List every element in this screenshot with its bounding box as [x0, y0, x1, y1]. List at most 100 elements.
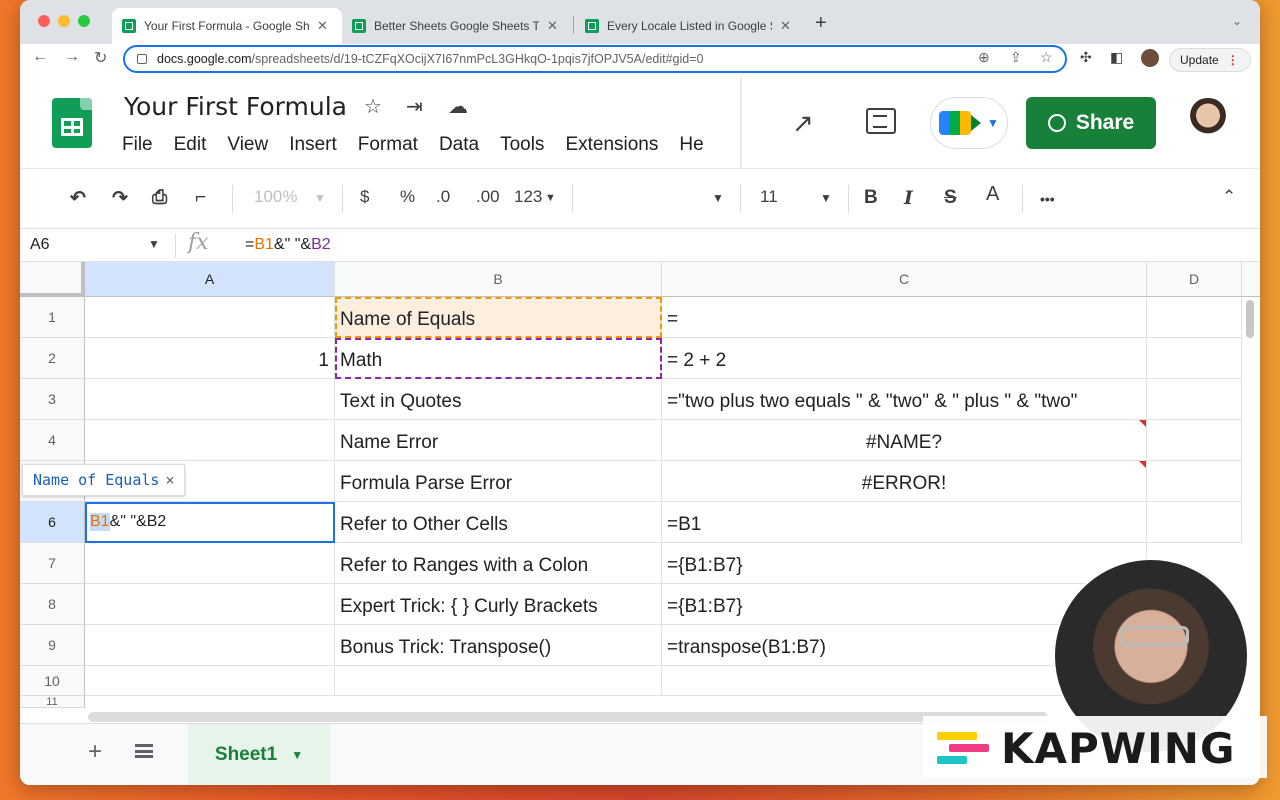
- cell-b1[interactable]: Name of Equals: [335, 297, 662, 338]
- menu-edit[interactable]: Edit: [174, 134, 207, 156]
- reload-icon[interactable]: ↻: [94, 48, 107, 68]
- row-header[interactable]: 11: [20, 696, 85, 708]
- menu-file[interactable]: File: [122, 134, 153, 156]
- row-header[interactable]: 1: [20, 297, 85, 338]
- cell-c4[interactable]: #NAME?: [662, 420, 1147, 461]
- tab-close-icon[interactable]: ✕: [547, 18, 558, 34]
- sheets-logo-icon[interactable]: [52, 98, 92, 148]
- update-button[interactable]: Update ⋮: [1169, 48, 1251, 72]
- column-header-a[interactable]: A: [85, 262, 335, 297]
- cell-c2[interactable]: = 2 + 2: [662, 338, 1147, 379]
- horizontal-scrollbar[interactable]: [88, 712, 1048, 722]
- cell-a7[interactable]: [85, 543, 335, 584]
- cell-c7[interactable]: ={B1:B7}: [662, 543, 1147, 584]
- cell-b10[interactable]: [335, 666, 662, 696]
- cell-c3[interactable]: ="two plus two equals " & "two" & " plus…: [662, 379, 1147, 420]
- all-sheets-menu-icon[interactable]: [135, 744, 153, 758]
- more-options-button[interactable]: •••: [1040, 191, 1055, 207]
- document-title[interactable]: Your First Formula: [124, 92, 347, 121]
- column-header-d[interactable]: D: [1147, 262, 1242, 297]
- cell-a9[interactable]: [85, 625, 335, 666]
- decrease-decimal-button[interactable]: .0: [436, 187, 450, 207]
- column-header-c[interactable]: C: [662, 262, 1147, 297]
- share-page-icon[interactable]: ⇪: [1010, 49, 1022, 66]
- cell-d6[interactable]: [1147, 502, 1242, 543]
- vertical-scroll-thumb[interactable]: [1246, 300, 1254, 338]
- bold-button[interactable]: B: [864, 187, 878, 209]
- comments-icon[interactable]: [866, 108, 896, 134]
- cell-a2[interactable]: 1: [85, 338, 335, 379]
- print-icon[interactable]: ⎙: [152, 187, 167, 209]
- cell-c1[interactable]: =: [662, 297, 1147, 338]
- extensions-puzzle-icon[interactable]: ✣: [1080, 49, 1092, 66]
- font-family-caret-icon[interactable]: ▼: [712, 191, 724, 205]
- new-tab-button[interactable]: +: [815, 12, 827, 35]
- browser-tab-active[interactable]: Your First Formula - Google Sh ✕: [112, 8, 342, 44]
- sheet-tab-sheet1[interactable]: Sheet1 ▼: [188, 724, 330, 785]
- range-reference-chip[interactable]: Name of Equals ×: [22, 464, 186, 496]
- cell-b5[interactable]: Formula Parse Error: [335, 461, 662, 502]
- cell-b4[interactable]: Name Error: [335, 420, 662, 461]
- strikethrough-button[interactable]: S: [944, 187, 957, 209]
- close-icon[interactable]: ×: [165, 471, 174, 489]
- cell-c6[interactable]: =B1: [662, 502, 1147, 543]
- menu-tools[interactable]: Tools: [500, 134, 544, 156]
- collapse-chevron-icon[interactable]: ⌃: [1222, 187, 1236, 207]
- cell-d4[interactable]: [1147, 420, 1242, 461]
- row-header[interactable]: 2: [20, 338, 85, 379]
- cell-b6[interactable]: Refer to Other Cells: [335, 502, 662, 543]
- url-input[interactable]: docs.google.com/spreadsheets/d/19-tCZFqX…: [123, 45, 1067, 73]
- row-header[interactable]: 3: [20, 379, 85, 420]
- menu-extensions[interactable]: Extensions: [565, 134, 658, 156]
- menu-view[interactable]: View: [227, 134, 268, 156]
- cell-a1[interactable]: [85, 297, 335, 338]
- back-arrow-icon[interactable]: ←: [32, 48, 48, 66]
- caret-down-icon[interactable]: ▼: [291, 748, 303, 762]
- cell-d1[interactable]: [1147, 297, 1242, 338]
- name-box-caret-icon[interactable]: ▼: [148, 237, 160, 251]
- move-folder-icon[interactable]: ⇥: [406, 94, 423, 119]
- menu-format[interactable]: Format: [358, 134, 418, 156]
- cell-d5[interactable]: [1147, 461, 1242, 502]
- cell-d3[interactable]: [1147, 379, 1242, 420]
- error-indicator-icon[interactable]: [1139, 461, 1146, 468]
- zoom-icon[interactable]: ⊕: [978, 49, 990, 66]
- error-indicator-icon[interactable]: [1139, 420, 1146, 427]
- browser-tab[interactable]: Every Locale Listed in Google S ✕: [575, 8, 805, 44]
- undo-icon[interactable]: ↶: [70, 187, 86, 210]
- row-header[interactable]: 4: [20, 420, 85, 461]
- cell-a6-editor[interactable]: B1 &" "&B2: [85, 502, 335, 543]
- select-all-corner[interactable]: [20, 262, 85, 297]
- cell-d2[interactable]: [1147, 338, 1242, 379]
- maximize-window-button[interactable]: [78, 15, 90, 27]
- increase-decimal-button[interactable]: .00: [476, 187, 500, 207]
- row-header[interactable]: 9: [20, 625, 85, 666]
- cell-b9[interactable]: Bonus Trick: Transpose(): [335, 625, 662, 666]
- italic-button[interactable]: I: [904, 187, 913, 209]
- profile-avatar[interactable]: [1141, 49, 1159, 67]
- close-window-button[interactable]: [38, 15, 50, 27]
- meet-button[interactable]: ▼: [930, 97, 1008, 149]
- font-size-select[interactable]: 11: [760, 187, 778, 207]
- row-header[interactable]: 8: [20, 584, 85, 625]
- cell-b8[interactable]: Expert Trick: { } Curly Brackets: [335, 584, 662, 625]
- cell-b7[interactable]: Refer to Ranges with a Colon: [335, 543, 662, 584]
- minimize-window-button[interactable]: [58, 15, 70, 27]
- formula-input[interactable]: =B1&" "&B2: [245, 236, 331, 254]
- percent-format-button[interactable]: %: [400, 187, 415, 207]
- row-header[interactable]: 10: [20, 666, 85, 696]
- star-icon[interactable]: ☆: [364, 94, 382, 119]
- sidebar-icon[interactable]: ◧: [1110, 49, 1123, 66]
- browser-tab[interactable]: Better Sheets Google Sheets T ✕: [342, 8, 572, 44]
- menu-data[interactable]: Data: [439, 134, 479, 156]
- activity-trend-icon[interactable]: ↗: [792, 108, 814, 139]
- currency-format-button[interactable]: $: [360, 187, 369, 207]
- add-sheet-button[interactable]: +: [88, 738, 102, 766]
- text-color-button[interactable]: A: [986, 183, 999, 206]
- paint-format-icon[interactable]: ⌐: [195, 187, 206, 209]
- share-button[interactable]: Share: [1026, 97, 1156, 149]
- cell-c5[interactable]: #ERROR!: [662, 461, 1147, 502]
- row-header[interactable]: 6: [20, 502, 85, 543]
- cell-b3[interactable]: Text in Quotes: [335, 379, 662, 420]
- menu-insert[interactable]: Insert: [289, 134, 337, 156]
